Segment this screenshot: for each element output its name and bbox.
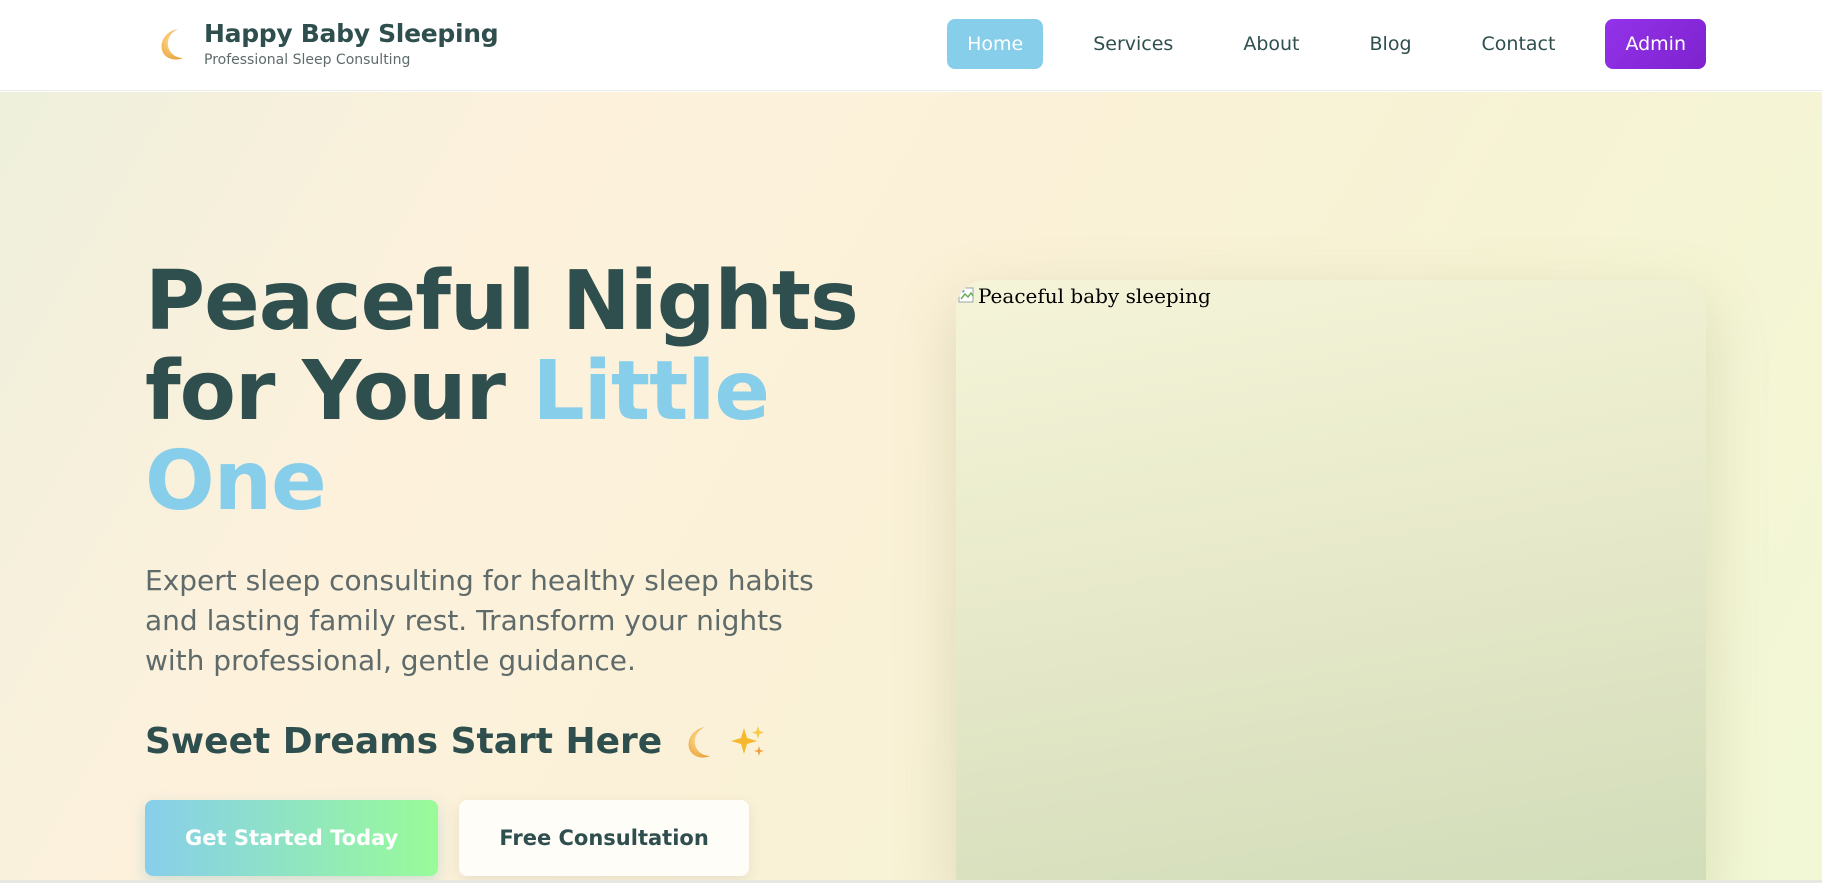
get-started-button[interactable]: Get Started Today [145, 800, 439, 876]
tagline-icons [680, 722, 776, 762]
nav-item-contact[interactable]: Contact [1462, 19, 1576, 69]
main-nav: Home Services About Blog Contact Admin [947, 19, 1706, 69]
nav-item-home[interactable]: Home [947, 19, 1044, 69]
hero-title-line2: for Your [145, 344, 533, 439]
free-consultation-button[interactable]: Free Consultation [459, 800, 749, 876]
sparkles-icon [731, 725, 765, 756]
brand-logo[interactable]: Happy Baby Sleeping Professional Sleep C… [152, 18, 499, 69]
hero-title-line1: Peaceful Nights [145, 254, 859, 349]
hero-title-accent-one: One [145, 434, 327, 529]
brand-subtitle: Professional Sleep Consulting [204, 52, 411, 68]
hero-title-accent-little: Little [532, 344, 770, 439]
broken-image-icon [958, 287, 974, 303]
tagline-text: Sweet Dreams Start Here [145, 721, 663, 762]
nav-item-services[interactable]: Services [1073, 19, 1193, 69]
brand-title: Happy Baby Sleeping [204, 19, 499, 48]
hero-image: Peaceful baby sleeping [956, 280, 1706, 883]
nav-item-blog[interactable]: Blog [1350, 19, 1432, 69]
hero-tagline: Sweet Dreams Start Here [145, 721, 865, 762]
hero-description: Expert sleep consulting for healthy slee… [145, 564, 814, 677]
hero-image-alt-text: Peaceful baby sleeping [978, 284, 1211, 308]
hero-section: Peaceful Nights for Your Little One Expe… [0, 92, 1822, 883]
crescent-moon-icon [152, 23, 194, 65]
cta-row: Get Started Today Free Consultation [145, 800, 865, 876]
hero-content: Peaceful Nights for Your Little One Expe… [145, 257, 865, 876]
site-header: Happy Baby Sleeping Professional Sleep C… [0, 0, 1822, 91]
crescent-moon-icon [688, 726, 711, 758]
admin-button[interactable]: Admin [1605, 19, 1706, 69]
hero-title: Peaceful Nights for Your Little One [145, 257, 865, 527]
hero-image-alt: Peaceful baby sleeping [958, 284, 1211, 308]
nav-item-about[interactable]: About [1223, 19, 1319, 69]
